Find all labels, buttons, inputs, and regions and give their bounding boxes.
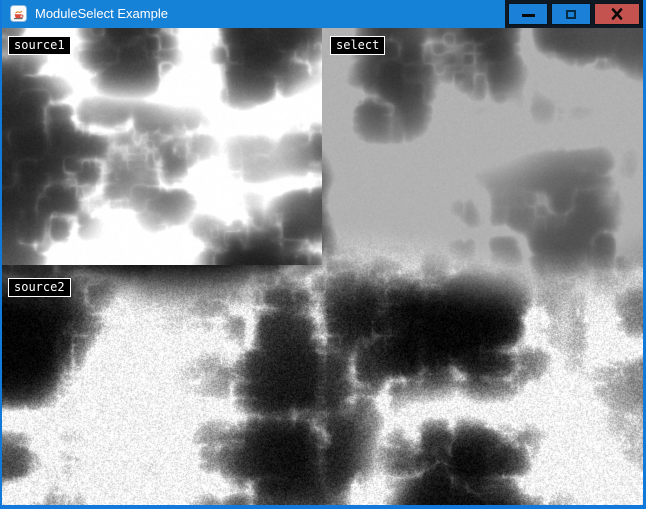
window-controls — [505, 0, 643, 28]
close-button[interactable] — [594, 3, 640, 25]
maximize-button[interactable] — [551, 3, 591, 25]
label-select: select — [330, 36, 385, 55]
maximize-icon — [566, 10, 576, 19]
titlebar[interactable]: ModuleSelect Example — [2, 0, 643, 28]
label-source2: source2 — [8, 278, 71, 297]
java-coffee-cup-icon — [10, 5, 27, 22]
render-viewport: source1 select source2 — [2, 28, 643, 505]
app-window: ModuleSelect Example source1 select sour… — [0, 0, 646, 509]
close-icon — [611, 8, 623, 20]
minimize-icon — [522, 14, 535, 17]
source1-inset-canvas — [2, 28, 322, 265]
window-title: ModuleSelect Example — [35, 0, 168, 28]
minimize-button[interactable] — [508, 3, 548, 25]
label-source1: source1 — [8, 36, 71, 55]
